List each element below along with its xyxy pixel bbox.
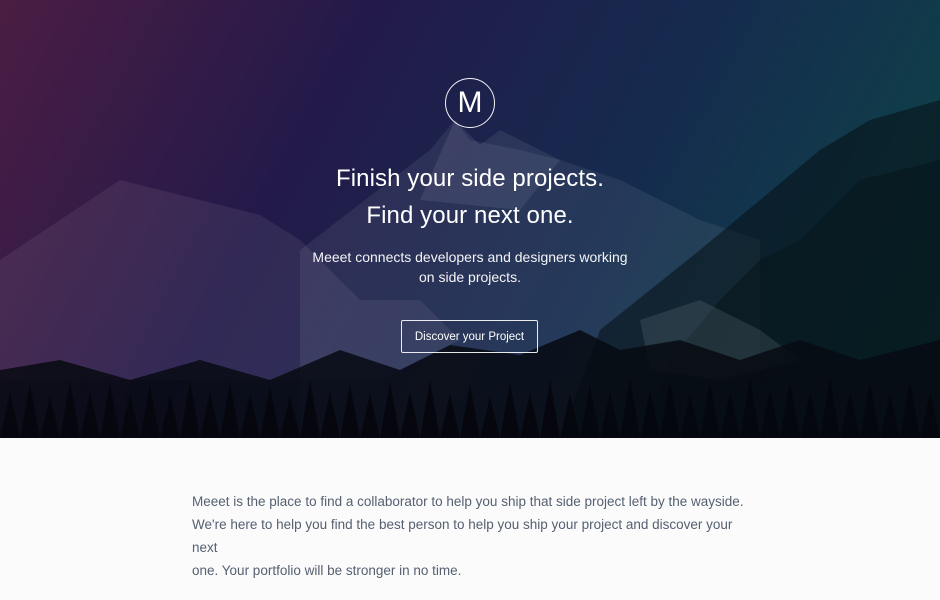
about-text-line2: We're here to help you find the best per… (192, 517, 733, 555)
hero-subtitle-line2: on side projects. (419, 269, 521, 285)
about-section: Meeet is the place to find a collaborato… (192, 490, 752, 582)
hero-subtitle-line1: Meeet connects developers and designers … (312, 249, 628, 265)
meeet-logo[interactable]: M (445, 78, 495, 128)
logo-letter: M (457, 86, 483, 119)
hero-headline-line1: Finish your side projects. (335, 165, 605, 192)
about-text-line1: Meeet is the place to find a collaborato… (192, 494, 744, 509)
hero-section: M Finish your side projects. Find your n… (0, 0, 940, 438)
about-text-line3: one. Your portfolio will be stronger in … (192, 563, 462, 578)
discover-project-button[interactable]: Discover your Project (401, 320, 538, 353)
hero-headline-line2: Find your next one. (366, 202, 574, 229)
